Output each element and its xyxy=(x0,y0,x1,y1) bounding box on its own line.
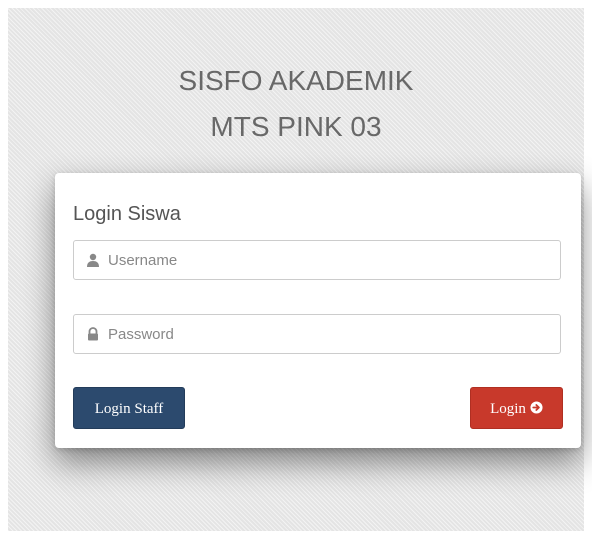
password-input[interactable] xyxy=(108,315,548,353)
lock-icon xyxy=(88,327,98,341)
app-title-line1: SISFO AKADEMIK xyxy=(178,65,414,96)
login-label: Login xyxy=(490,401,526,417)
app-title-line2: MTS PINK 03 xyxy=(210,111,382,142)
password-field[interactable] xyxy=(73,314,561,354)
arrow-circle-right-icon xyxy=(530,401,543,414)
user-icon xyxy=(87,253,99,267)
login-card: Login Siswa Login Staff Login xyxy=(55,173,581,448)
login-staff-button[interactable]: Login Staff xyxy=(73,387,185,429)
username-input[interactable] xyxy=(108,241,548,279)
login-card-title: Login Siswa xyxy=(73,203,181,225)
login-staff-label: Login Staff xyxy=(94,401,164,417)
username-field[interactable] xyxy=(73,240,561,280)
login-button[interactable]: Login xyxy=(470,387,563,429)
